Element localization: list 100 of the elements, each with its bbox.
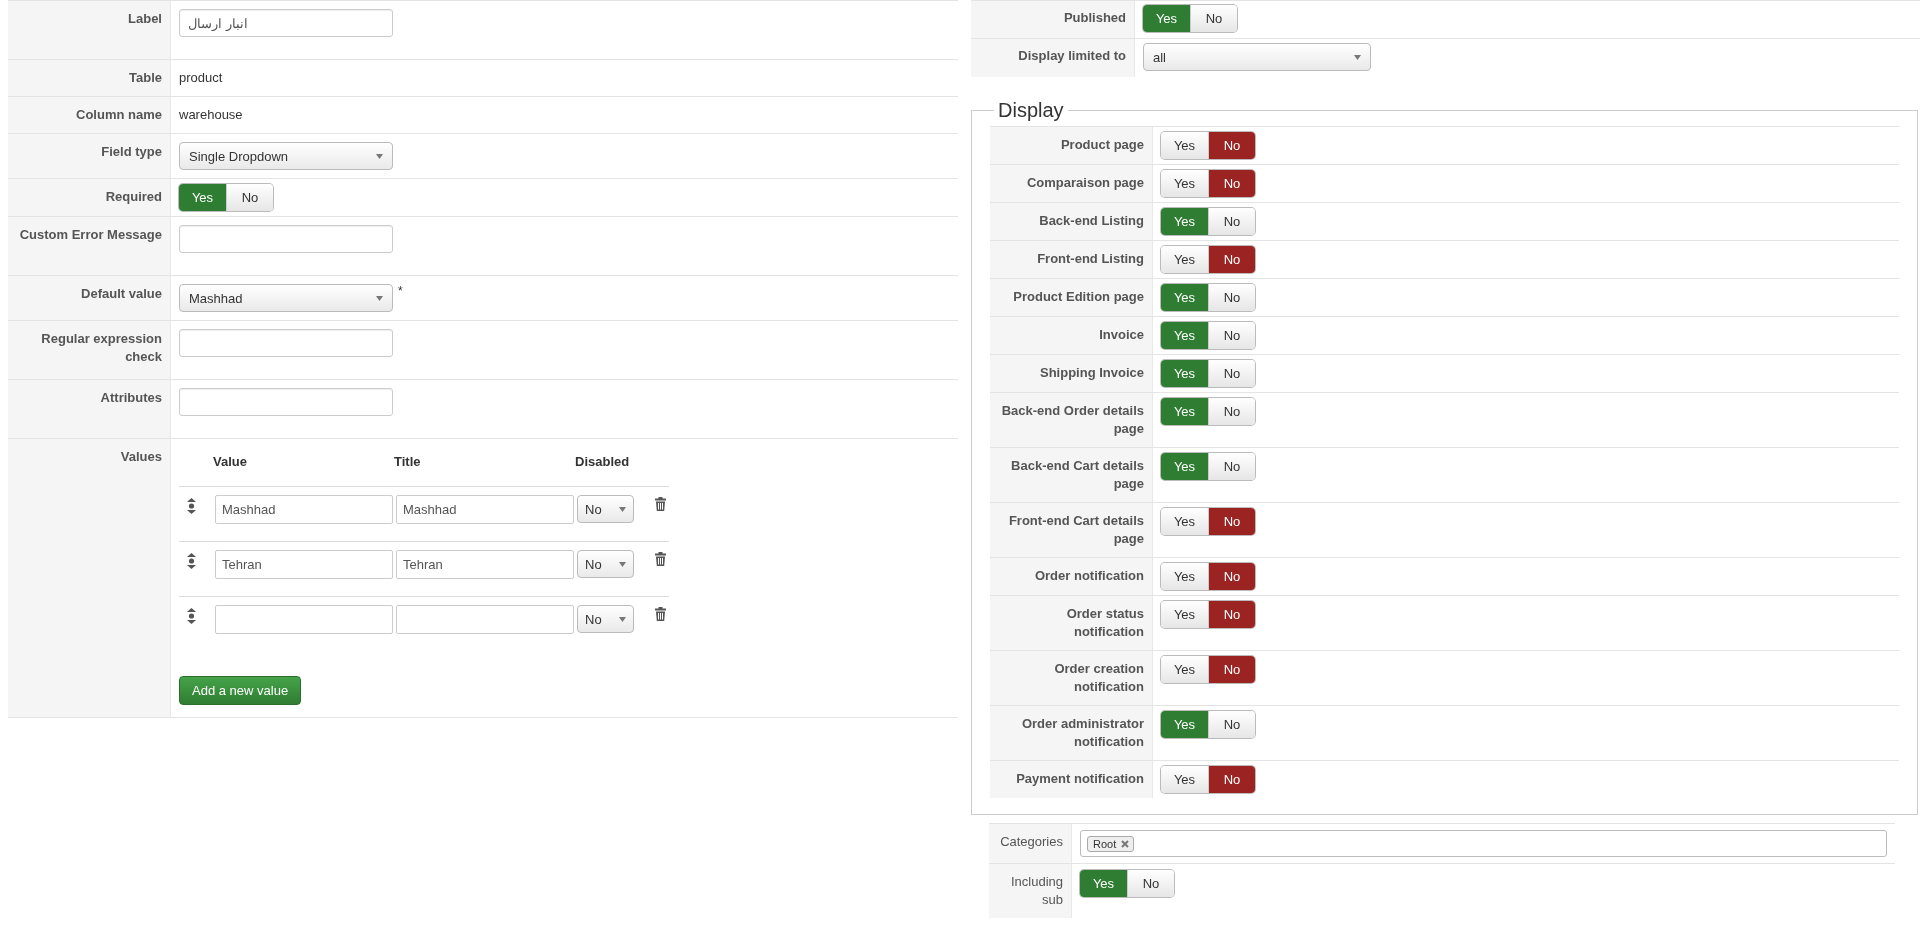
field-label: Categories <box>989 824 1072 863</box>
dropdown[interactable]: No <box>577 550 634 578</box>
dropdown[interactable]: No <box>577 495 634 523</box>
text-field[interactable] <box>179 329 393 357</box>
toggle-option[interactable]: Yes <box>1161 284 1208 311</box>
drag-handle-icon[interactable] <box>187 498 196 514</box>
trash-icon[interactable] <box>655 497 666 511</box>
field-label: Product page <box>990 127 1153 164</box>
caret-icon <box>1354 54 1361 60</box>
toggle-option[interactable]: Yes <box>1161 398 1208 425</box>
field-label: Required <box>8 179 171 216</box>
toggle-option[interactable]: Yes <box>1143 5 1190 32</box>
text-field[interactable]: انبار ارسال <box>179 9 393 37</box>
field-label: Display limited to <box>971 39 1135 77</box>
toggle-option[interactable]: No <box>1127 870 1174 897</box>
toggle-option[interactable]: Yes <box>1161 132 1208 159</box>
caret-icon <box>619 561 626 567</box>
field-label: Shipping Invoice <box>990 355 1153 392</box>
toggle-option[interactable]: Yes <box>1161 170 1208 197</box>
field-label: Custom Error Message <box>8 217 171 275</box>
toggle-option[interactable]: Yes <box>1161 322 1208 349</box>
field-label: Including sub <box>989 864 1072 918</box>
column-header: Disabled <box>575 454 630 469</box>
dropdown[interactable]: Single Dropdown <box>179 142 393 170</box>
field-label: Field type <box>8 134 171 178</box>
toggle-option[interactable]: No <box>1208 170 1255 197</box>
toggle-option[interactable]: Yes <box>179 184 226 211</box>
field-label: Back-end Order details page <box>990 393 1153 447</box>
toggle-option[interactable]: No <box>1208 246 1255 273</box>
text-field[interactable]: Mashhad <box>396 495 574 524</box>
toggle-option[interactable]: No <box>1208 563 1255 590</box>
toggle-option[interactable]: No <box>1208 284 1255 311</box>
toggle-option[interactable]: No <box>1208 208 1255 235</box>
toggle-option[interactable]: Yes <box>1161 766 1208 793</box>
toggle-option[interactable]: No <box>1208 132 1255 159</box>
toggle-option[interactable]: Yes <box>1161 246 1208 273</box>
toggle-option[interactable]: No <box>226 184 273 211</box>
trash-icon[interactable] <box>655 607 666 621</box>
caret-icon <box>376 153 383 159</box>
toggle-option[interactable]: Yes <box>1161 563 1208 590</box>
toggle-option[interactable]: Yes <box>1080 870 1127 897</box>
toggle-option[interactable]: Yes <box>1161 656 1208 683</box>
trash-icon[interactable] <box>655 552 666 566</box>
toggle-option[interactable]: No <box>1208 360 1255 387</box>
caret-icon <box>376 295 383 301</box>
field-label: Order notification <box>990 558 1153 595</box>
toggle-option[interactable]: No <box>1208 601 1255 628</box>
field-label: Payment notification <box>990 761 1153 798</box>
field-label: Default value <box>8 276 171 320</box>
field-value: product <box>179 69 223 87</box>
field-label: Order creation notification <box>990 651 1153 705</box>
field-label: Comparaison page <box>990 165 1153 202</box>
caret-icon <box>619 506 626 512</box>
toggle-option[interactable]: Yes <box>1161 360 1208 387</box>
text-field[interactable]: Tehran <box>215 550 393 579</box>
remove-icon[interactable] <box>1121 839 1130 848</box>
dropdown[interactable]: all <box>1143 43 1371 71</box>
toggle-option[interactable]: No <box>1208 766 1255 793</box>
add-value-button[interactable]: Add a new value <box>179 676 302 705</box>
drag-handle-icon[interactable] <box>187 553 196 569</box>
required-mark: * <box>398 284 403 298</box>
field-label: Label <box>8 1 171 59</box>
toggle-option[interactable]: Yes <box>1161 453 1208 480</box>
toggle-option[interactable]: No <box>1208 398 1255 425</box>
field-label: Order status notification <box>990 596 1153 650</box>
field-label: Back-end Listing <box>990 203 1153 240</box>
field-label: Attributes <box>8 380 171 438</box>
category-tag[interactable]: Root <box>1087 835 1135 852</box>
toggle-option[interactable]: Yes <box>1161 208 1208 235</box>
toggle-option[interactable]: Yes <box>1161 508 1208 535</box>
field-label: Order administrator notification <box>990 706 1153 760</box>
caret-icon <box>619 616 626 622</box>
toggle-option[interactable]: Yes <box>1161 711 1208 738</box>
toggle-option[interactable]: No <box>1208 322 1255 349</box>
tag-field[interactable]: Root <box>1080 830 1887 857</box>
toggle-option[interactable]: No <box>1190 5 1237 32</box>
field-label: Front-end Listing <box>990 241 1153 278</box>
toggle-option[interactable]: No <box>1208 656 1255 683</box>
toggle-option[interactable]: No <box>1208 711 1255 738</box>
dropdown[interactable]: Mashhad <box>179 284 393 312</box>
text-field[interactable] <box>179 388 393 416</box>
field-label: Invoice <box>990 317 1153 354</box>
field-label: Back-end Cart details page <box>990 448 1153 502</box>
drag-handle-icon[interactable] <box>187 608 196 624</box>
text-field[interactable] <box>396 605 574 634</box>
toggle-option[interactable]: No <box>1208 453 1255 480</box>
field-label: Values <box>8 439 171 717</box>
toggle-option[interactable]: Yes <box>1161 601 1208 628</box>
text-field[interactable]: Mashhad <box>215 495 393 524</box>
text-field[interactable] <box>215 605 393 634</box>
column-header: Value <box>213 454 248 469</box>
toggle-option[interactable]: No <box>1208 508 1255 535</box>
text-field[interactable]: Tehran <box>396 550 574 579</box>
field-label: Published <box>971 1 1135 38</box>
dropdown[interactable]: No <box>577 605 634 633</box>
text-field[interactable] <box>179 225 393 253</box>
field-label: Front-end Cart details page <box>990 503 1153 557</box>
section-legend: Display <box>994 99 1068 122</box>
field-label: Table <box>8 60 171 96</box>
field-label: Product Edition page <box>990 279 1153 316</box>
